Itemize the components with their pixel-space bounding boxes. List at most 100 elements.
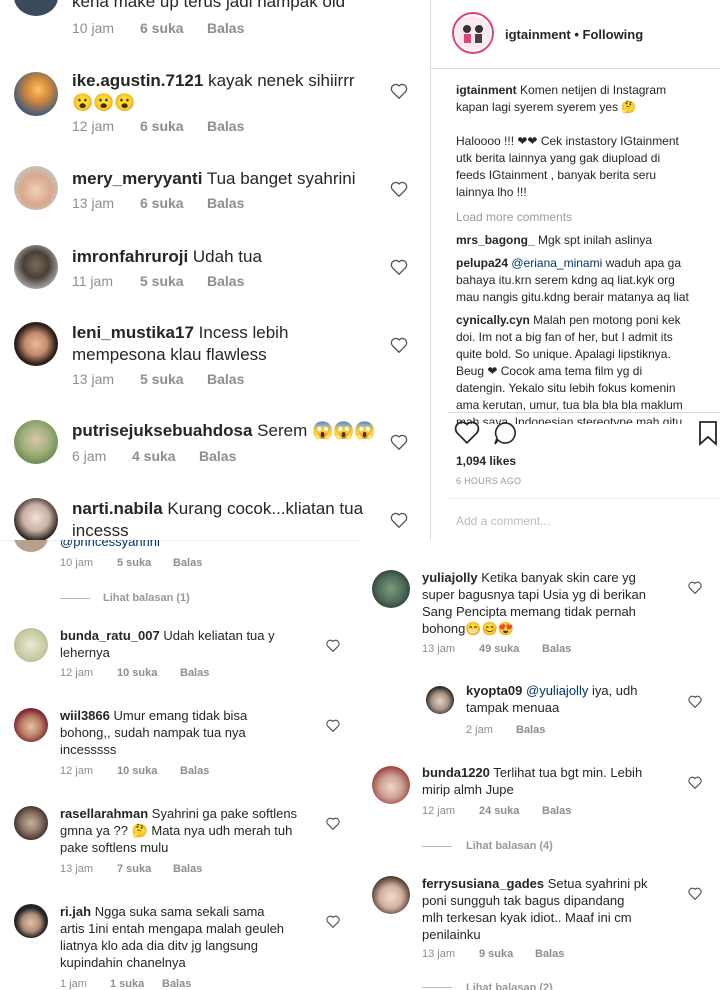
avatar[interactable] <box>14 498 58 540</box>
reply-button[interactable]: Balas <box>199 448 236 464</box>
comment-username[interactable]: putrisejuksebuahdosa <box>72 421 252 440</box>
view-replies-button[interactable]: Lihat balasan (4) <box>466 840 553 852</box>
comment-username[interactable]: mery_meryyanti <box>72 169 202 188</box>
reply-button[interactable]: Balas <box>180 667 209 679</box>
avatar[interactable] <box>372 876 410 914</box>
caption-area: igtainment Komen netijen di Instagram ka… <box>456 82 714 424</box>
comment-username[interactable]: mrs_bagong_ <box>456 233 535 247</box>
comment-username[interactable]: bunda_ratu_007 <box>60 628 160 643</box>
comment-body: leni_mustika17 Incess lebih mempesona kl… <box>72 322 372 366</box>
comment-likes[interactable]: 6 suka <box>140 20 207 36</box>
comment-likes[interactable]: 4 suka <box>132 448 199 464</box>
comment-likes[interactable]: 9 suka <box>479 948 535 960</box>
reply-button[interactable]: Balas <box>516 724 545 736</box>
comment-mention[interactable]: @princessyahrini <box>60 540 160 549</box>
avatar[interactable] <box>14 628 48 662</box>
comment-username[interactable]: ri.jah <box>60 904 91 919</box>
avatar[interactable] <box>14 806 48 840</box>
avatar[interactable] <box>372 570 410 608</box>
reply-button[interactable]: Balas <box>162 978 191 990</box>
account-avatar[interactable] <box>452 12 494 54</box>
account-username[interactable]: igtainment <box>505 27 571 42</box>
avatar[interactable] <box>14 72 58 116</box>
reply-button[interactable]: Balas <box>207 195 244 211</box>
heart-icon[interactable] <box>390 181 408 197</box>
view-replies-button[interactable]: Lihat balasan (2) <box>466 982 553 990</box>
comment-username[interactable]: ike.agustin.7121 <box>72 71 203 90</box>
comment-likes[interactable]: 6 suka <box>140 195 207 211</box>
avatar[interactable] <box>14 420 58 464</box>
reply-button[interactable]: Balas <box>207 371 244 387</box>
heart-icon[interactable] <box>688 776 702 789</box>
comment-likes[interactable]: 7 suka <box>117 863 173 875</box>
likes-count[interactable]: 1,094 likes <box>456 454 516 468</box>
avatar[interactable] <box>14 322 58 366</box>
reply-button[interactable]: Balas <box>173 863 202 875</box>
comment-body: narti.nabila Kurang cocok...kliatan tua … <box>72 498 372 540</box>
comment-username[interactable]: ferrysusiana_gades <box>422 876 544 891</box>
comment-likes[interactable]: 6 suka <box>140 118 207 134</box>
heart-icon[interactable] <box>326 915 340 928</box>
comment-username[interactable]: pelupa24 <box>456 256 508 270</box>
comment-username[interactable]: wiil3866 <box>60 708 110 723</box>
avatar[interactable] <box>14 0 58 16</box>
following-label[interactable]: • Following <box>574 27 643 42</box>
heart-icon[interactable] <box>390 83 408 99</box>
comment-username[interactable]: rasellarahman <box>60 806 148 821</box>
heart-icon[interactable] <box>326 639 340 652</box>
reply-button[interactable]: Balas <box>207 118 244 134</box>
avatar[interactable] <box>14 540 48 552</box>
comment-text: kupindahin chanelnya <box>60 954 186 970</box>
comment-likes[interactable]: 1 suka <box>110 978 162 990</box>
comment-username[interactable]: kyopta09 <box>466 683 522 698</box>
comment-time: 13 jam <box>422 948 456 960</box>
reply-button[interactable]: Balas <box>542 643 571 655</box>
like-heart-icon[interactable] <box>454 420 480 449</box>
heart-icon[interactable] <box>688 581 702 594</box>
view-replies-button[interactable]: Lihat balasan (1) <box>103 592 190 604</box>
comment-bubble-icon[interactable] <box>492 420 518 451</box>
comment-username[interactable]: leni_mustika17 <box>72 323 194 342</box>
comment-username[interactable]: yuliajolly <box>422 570 478 585</box>
reply-button[interactable]: Balas <box>542 805 571 817</box>
caption-username[interactable]: igtainment <box>456 83 517 97</box>
comment-meta: 10 jam 6 suka Balas <box>72 20 244 36</box>
comment-likes[interactable]: 49 suka <box>479 643 542 655</box>
reply-button[interactable]: Balas <box>535 948 564 960</box>
comment-likes[interactable]: 5 suka <box>117 557 173 569</box>
bookmark-icon[interactable] <box>698 420 718 451</box>
heart-icon[interactable] <box>390 337 408 353</box>
heart-icon[interactable] <box>688 695 702 708</box>
comment-username[interactable]: narti.nabila <box>72 499 163 518</box>
comment-mention[interactable]: @eriana_minami <box>511 256 602 270</box>
heart-icon[interactable] <box>326 817 340 830</box>
comment-likes[interactable]: 10 suka <box>117 765 180 777</box>
avatar[interactable] <box>14 166 58 210</box>
comment-likes[interactable]: 5 suka <box>140 273 207 289</box>
comment-meta: 12 jam 10 suka Balas <box>60 765 209 777</box>
avatar[interactable] <box>14 708 48 742</box>
load-more-comments[interactable]: Load more comments <box>456 209 714 226</box>
comment-mention[interactable]: @yuliajolly <box>526 683 588 698</box>
heart-icon[interactable] <box>390 259 408 275</box>
avatar[interactable] <box>426 686 454 714</box>
comment-likes[interactable]: 10 suka <box>117 667 180 679</box>
comment-username[interactable]: imronfahruroji <box>72 247 188 266</box>
comment-username[interactable]: cynically.cyn <box>456 313 530 327</box>
reply-button[interactable]: Balas <box>207 273 244 289</box>
add-comment-input[interactable]: Add a comment... <box>456 514 550 528</box>
avatar[interactable] <box>372 766 410 804</box>
heart-icon[interactable] <box>688 887 702 900</box>
avatar[interactable] <box>14 245 58 289</box>
reply-button[interactable]: Balas <box>180 765 209 777</box>
heart-icon[interactable] <box>390 434 408 450</box>
heart-icon[interactable] <box>326 719 340 732</box>
heart-icon[interactable] <box>390 512 408 528</box>
comment-username[interactable]: bunda1220 <box>422 765 490 780</box>
reply-button[interactable]: Balas <box>173 557 202 569</box>
comment-likes[interactable]: 24 suka <box>479 805 542 817</box>
avatar[interactable] <box>14 904 48 938</box>
comment-likes[interactable]: 5 suka <box>140 371 207 387</box>
comment-text: liatnya klo ada dia ditv jg langsung <box>60 937 259 953</box>
reply-button[interactable]: Balas <box>207 20 244 36</box>
